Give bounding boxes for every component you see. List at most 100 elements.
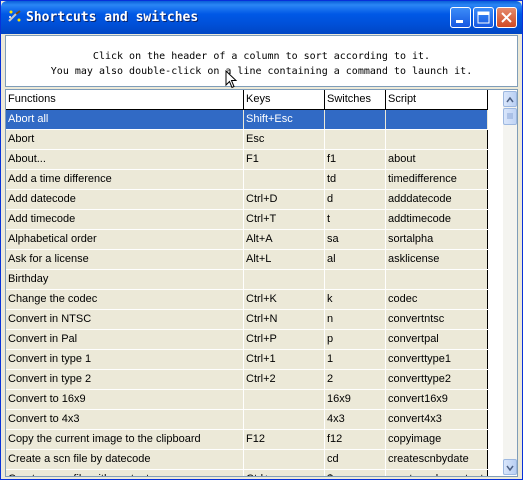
table-header: Functions Keys Switches Script bbox=[6, 90, 488, 110]
table-row[interactable]: Convert in type 2 Ctrl+2 2 converttype2 bbox=[6, 370, 488, 390]
vertical-scrollbar[interactable] bbox=[503, 91, 517, 475]
cell-keys: Alt+A bbox=[244, 230, 325, 249]
table-row[interactable]: Ask for a license Alt+L al asklicense bbox=[6, 250, 488, 270]
cell-function: Abort all bbox=[6, 110, 244, 129]
cell-function: Add timecode bbox=[6, 210, 244, 229]
table-row[interactable]: About... F1 f1 about bbox=[6, 150, 488, 170]
close-button[interactable] bbox=[496, 7, 517, 28]
cell-function: About... bbox=[6, 150, 244, 169]
table-row[interactable]: Convert to 16x9 16x9 convert16x9 bbox=[6, 390, 488, 410]
shortcuts-window: Shortcuts and switches Click on the head… bbox=[0, 0, 523, 480]
cell-keys: Ctrl+2 bbox=[244, 370, 325, 389]
info-text-line-2: You may also double-click on a line cont… bbox=[50, 66, 473, 77]
table-row[interactable]: Birthday bbox=[6, 270, 488, 290]
cell-script bbox=[386, 110, 488, 129]
cell-script: converttype2 bbox=[386, 370, 488, 389]
cell-script: createscnbycontent bbox=[386, 470, 488, 476]
scroll-down-arrow-icon bbox=[506, 465, 514, 472]
table-row[interactable]: Create a scn file by datecode cd createscn… bbox=[6, 450, 488, 470]
cell-keys bbox=[244, 450, 325, 469]
cell-switches: f12 bbox=[325, 430, 386, 449]
cell-keys: Ctrl+N bbox=[244, 310, 325, 329]
cell-function: Convert in type 1 bbox=[6, 350, 244, 369]
table-row[interactable]: Create a scn file with contentCtrl+;$cre… bbox=[6, 470, 488, 476]
table-row[interactable]: Convert in type 1 Ctrl+1 1 converttype1 bbox=[6, 350, 488, 370]
minimize-button[interactable] bbox=[450, 7, 471, 28]
scroll-up-arrow-icon bbox=[506, 96, 514, 103]
cell-script bbox=[386, 130, 488, 149]
column-header-keys[interactable]: Keys bbox=[244, 90, 325, 109]
cell-switches: p bbox=[325, 330, 386, 349]
cell-keys: Ctrl+; bbox=[244, 470, 325, 476]
table-row[interactable]: Abort all Shift+Esc bbox=[6, 110, 488, 130]
cell-script: about bbox=[386, 150, 488, 169]
cell-function: Alphabetical order bbox=[6, 230, 244, 249]
cell-script: convertpal bbox=[386, 330, 488, 349]
cell-function: Create a scn file with content bbox=[6, 470, 244, 476]
shortcuts-table: Functions Keys Switches Script Abort all… bbox=[5, 89, 518, 477]
app-icon bbox=[8, 10, 21, 22]
cell-switches bbox=[325, 270, 386, 289]
cell-function: Abort bbox=[6, 130, 244, 149]
cell-script: asklicense bbox=[386, 250, 488, 269]
cell-function: Convert to 4x3 bbox=[6, 410, 244, 429]
minimize-icon bbox=[456, 20, 463, 23]
cell-switches: f1 bbox=[325, 150, 386, 169]
cell-function: Convert in type 2 bbox=[6, 370, 244, 389]
cell-keys: Esc bbox=[244, 130, 325, 149]
window-title: Shortcuts and switches bbox=[26, 10, 199, 25]
cell-keys: F12 bbox=[244, 430, 325, 449]
scrollbar-thumb[interactable] bbox=[503, 108, 517, 125]
cell-script: copyimage bbox=[386, 430, 488, 449]
table-row[interactable]: Convert in NTSC Ctrl+N n convertntsc bbox=[6, 310, 488, 330]
cell-function: Create a scn file by datecode bbox=[6, 450, 244, 469]
cell-function: Copy the current image to the clipboard bbox=[6, 430, 244, 449]
cell-keys: Ctrl+D bbox=[244, 190, 325, 209]
cell-switches: 1 bbox=[325, 350, 386, 369]
table-row[interactable]: Copy the current image to the clipboard F… bbox=[6, 430, 488, 450]
cell-script: createscnbydate bbox=[386, 450, 488, 469]
cell-keys: Shift+Esc bbox=[244, 110, 325, 129]
table-row[interactable]: Change the codec Ctrl+K k codec bbox=[6, 290, 488, 310]
table-row[interactable]: Alphabetical order Alt+A sa sortalpha bbox=[6, 230, 488, 250]
table-row[interactable]: Add a time difference td timedifference bbox=[6, 170, 488, 190]
scroll-down-button[interactable] bbox=[503, 459, 517, 475]
cell-keys bbox=[244, 270, 325, 289]
cell-switches: k bbox=[325, 290, 386, 309]
title-bar[interactable]: Shortcuts and switches bbox=[1, 1, 522, 34]
cell-function: Convert in NTSC bbox=[6, 310, 244, 329]
cell-script: timedifference bbox=[386, 170, 488, 189]
cell-keys: Ctrl+K bbox=[244, 290, 325, 309]
cell-keys: F1 bbox=[244, 150, 325, 169]
mouse-cursor-icon bbox=[225, 70, 238, 89]
info-text-line-1: Click on the header of a column to sort … bbox=[92, 51, 431, 62]
cell-keys: Ctrl+T bbox=[244, 210, 325, 229]
scroll-up-button[interactable] bbox=[503, 91, 517, 107]
table-row[interactable]: Convert to 4x3 4x3 convert4x3 bbox=[6, 410, 488, 430]
table-row[interactable]: Abort Esc bbox=[6, 130, 488, 150]
info-panel: Click on the header of a column to sort … bbox=[5, 35, 518, 87]
column-header-switches[interactable]: Switches bbox=[325, 90, 386, 109]
cell-switches bbox=[325, 130, 386, 149]
cell-switches: $ bbox=[325, 470, 386, 476]
table-row[interactable]: Add datecode Ctrl+D d adddatecode bbox=[6, 190, 488, 210]
cell-keys: Alt+L bbox=[244, 250, 325, 269]
cell-keys bbox=[244, 390, 325, 409]
cell-switches: t bbox=[325, 210, 386, 229]
cell-switches: td bbox=[325, 170, 386, 189]
cell-script bbox=[386, 270, 488, 289]
cell-function: Change the codec bbox=[6, 290, 244, 309]
maximize-icon bbox=[477, 11, 490, 24]
cell-script: addtimecode bbox=[386, 210, 488, 229]
close-icon bbox=[501, 12, 512, 23]
maximize-button[interactable] bbox=[473, 7, 494, 28]
table-row[interactable]: Add timecode Ctrl+T t addtimecode bbox=[6, 210, 488, 230]
cell-switches: 2 bbox=[325, 370, 386, 389]
column-header-script[interactable]: Script bbox=[386, 90, 488, 109]
table-row[interactable]: Convert in Pal Ctrl+P p convertpal bbox=[6, 330, 488, 350]
column-header-functions[interactable]: Functions bbox=[6, 90, 244, 109]
cell-keys: Ctrl+P bbox=[244, 330, 325, 349]
cell-script: codec bbox=[386, 290, 488, 309]
cell-keys: Ctrl+1 bbox=[244, 350, 325, 369]
cell-script: convert16x9 bbox=[386, 390, 488, 409]
